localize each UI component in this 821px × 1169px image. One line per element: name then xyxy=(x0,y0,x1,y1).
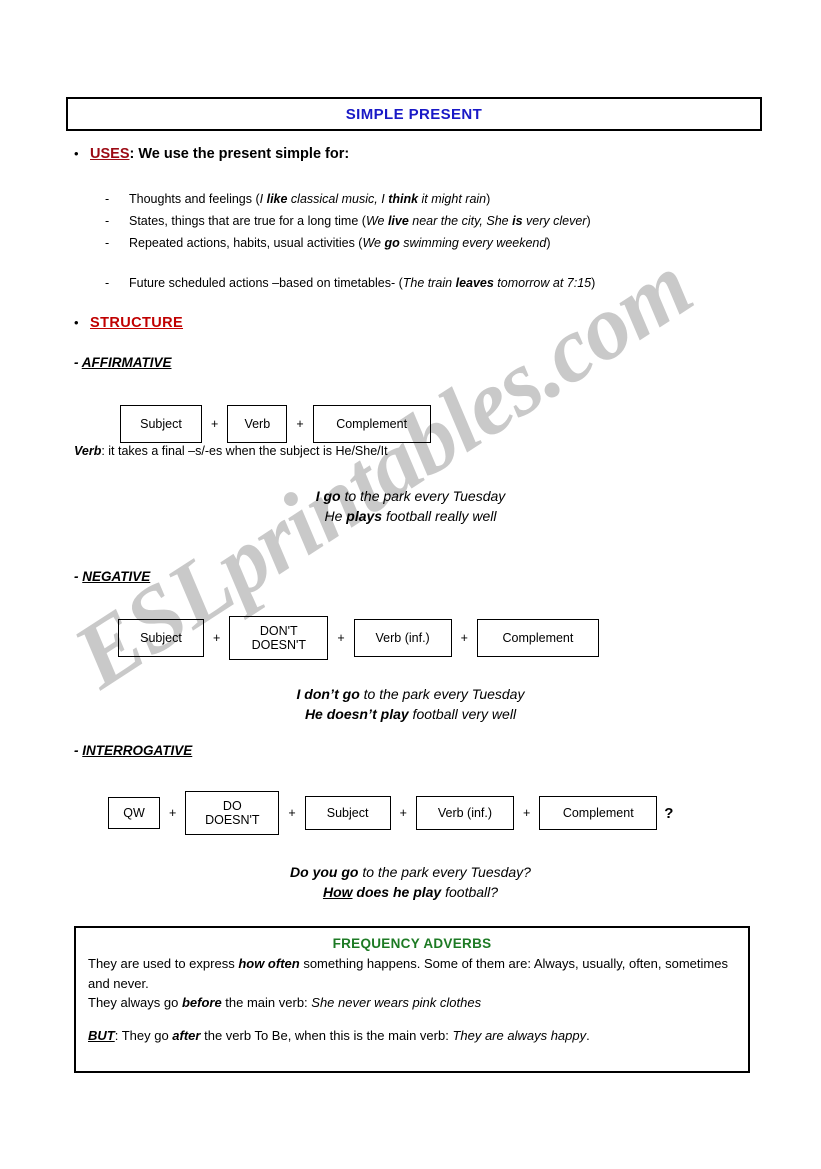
frequency-adverbs-line: They always go before the main verb: She… xyxy=(88,995,482,1010)
list-item: - States, things that are true for a lon… xyxy=(105,210,765,232)
list-item-text: Repeated actions, habits, usual activiti… xyxy=(129,236,551,250)
structure-box-complement: Complement xyxy=(539,796,658,830)
structure-box-subject: Subject xyxy=(118,619,204,657)
dash-icon: - xyxy=(105,192,110,206)
plus-icon: + xyxy=(460,631,468,645)
negative-structure-row: Subject + DON'T DOESN'T + Verb (inf.) + … xyxy=(118,616,599,660)
question-mark: ? xyxy=(664,804,674,822)
affirmative-structure-row: Subject + Verb + Complement xyxy=(120,405,431,443)
bullet-icon: • xyxy=(74,146,79,161)
plus-icon: + xyxy=(169,806,177,820)
dash-icon: - xyxy=(105,276,110,290)
structure-box-subject: Subject xyxy=(120,405,202,443)
interrogative-heading-text: INTERROGATIVE xyxy=(82,743,193,758)
frequency-adverbs-box: FREQUENCY ADVERBS They are used to expre… xyxy=(74,926,750,1073)
plus-icon: + xyxy=(211,417,219,431)
negative-heading-text: NEGATIVE xyxy=(82,569,151,584)
example-line: I go to the park every Tuesday xyxy=(315,488,506,504)
dash-icon: - xyxy=(105,236,110,250)
affirmative-heading: - AFFIRMATIVE xyxy=(74,355,172,370)
interrogative-heading-prefix: - xyxy=(74,743,83,758)
affirmative-heading-text: AFFIRMATIVE xyxy=(81,355,172,370)
affirmative-heading-prefix: - xyxy=(74,355,82,370)
bullet-icon: • xyxy=(74,315,79,330)
page-title: SIMPLE PRESENT xyxy=(345,105,483,123)
structure-box-dont-doesnt: DON'T DOESN'T xyxy=(229,616,329,660)
structure-box-verb-inf: Verb (inf.) xyxy=(353,619,452,657)
frequency-adverbs-line: They are used to express how often somet… xyxy=(88,956,728,991)
plus-icon: + xyxy=(288,806,296,820)
negative-heading: - NEGATIVE xyxy=(74,569,150,584)
dash-icon: - xyxy=(105,214,110,228)
plus-icon: + xyxy=(213,631,221,645)
list-item-text: States, things that are true for a long … xyxy=(129,214,591,228)
frequency-adverbs-spacer xyxy=(88,1013,736,1026)
worksheet-page: SIMPLE PRESENT • USES : We use the prese… xyxy=(0,0,821,1169)
verb-note-label: Verb xyxy=(74,444,102,458)
verb-note-text: : it takes a final –s/-es when the subje… xyxy=(101,444,388,458)
negative-heading-prefix: - xyxy=(74,569,83,584)
affirmative-examples: I go to the park every Tuesday He plays … xyxy=(0,486,821,526)
list-item: - Repeated actions, habits, usual activi… xyxy=(105,232,765,254)
negative-examples: I don’t go to the park every Tuesday He … xyxy=(0,684,821,724)
list-item: - Thoughts and feelings (I like classica… xyxy=(105,188,765,210)
interrogative-structure-row: QW + DO DOESN'T + Subject + Verb (inf.) … xyxy=(108,791,673,835)
example-line: I don’t go to the park every Tuesday xyxy=(296,686,525,702)
structure-box-subject: Subject xyxy=(304,796,391,830)
structure-box-do-doesnt: DO DOESN'T xyxy=(185,791,280,835)
structure-box-qw: QW xyxy=(108,797,160,829)
structure-box-complement: Complement xyxy=(312,405,431,443)
uses-label: USES xyxy=(90,146,130,162)
uses-heading: • USES : We use the present simple for: xyxy=(74,146,349,162)
structure-box-verb: Verb xyxy=(227,405,288,443)
frequency-adverbs-title: FREQUENCY ADVERBS xyxy=(332,936,492,951)
structure-label: STRUCTURE xyxy=(90,315,184,331)
uses-list: - Thoughts and feelings (I like classica… xyxy=(105,188,765,294)
plus-icon: + xyxy=(296,417,304,431)
verb-note: Verb: it takes a final –s/-es when the s… xyxy=(74,444,388,458)
example-line: He doesn’t play football very well xyxy=(304,706,517,722)
example-line: How does he play football? xyxy=(322,884,499,900)
plus-icon: + xyxy=(522,806,531,820)
list-item-text: Thoughts and feelings (I like classical … xyxy=(129,192,491,206)
list-item-text: Future scheduled actions –based on timet… xyxy=(129,276,596,290)
example-line: Do you go to the park every Tuesday? xyxy=(290,864,531,880)
list-item: - Future scheduled actions –based on tim… xyxy=(105,272,765,294)
plus-icon: + xyxy=(337,631,345,645)
structure-box-complement: Complement xyxy=(476,619,599,657)
uses-intro: : We use the present simple for: xyxy=(129,146,350,162)
interrogative-examples: Do you go to the park every Tuesday? How… xyxy=(0,862,821,902)
frequency-adverbs-line: BUT: They go after the verb To Be, when … xyxy=(88,1027,590,1043)
title-box: SIMPLE PRESENT xyxy=(66,97,762,131)
structure-box-verb-inf: Verb (inf.) xyxy=(415,796,514,830)
plus-icon: + xyxy=(399,806,407,820)
interrogative-heading: - INTERROGATIVE xyxy=(74,743,192,758)
structure-heading: • STRUCTURE xyxy=(74,315,183,331)
example-line: He plays football really well xyxy=(324,508,497,524)
